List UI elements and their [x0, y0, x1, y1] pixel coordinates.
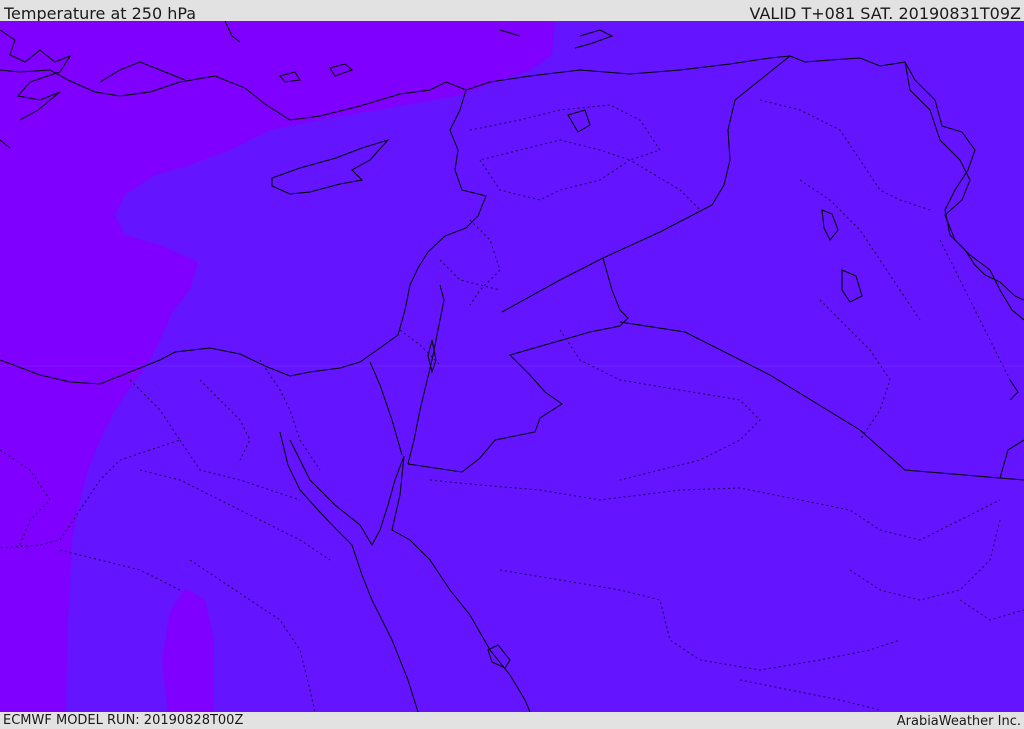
header-bar: Temperature at 250 hPa VALID T+081 SAT. …: [0, 0, 1024, 23]
footer-bar: ECMWF MODEL RUN: 20190828T00Z ArabiaWeat…: [0, 712, 1024, 729]
map-viewer: Temperature at 250 hPa VALID T+081 SAT. …: [0, 0, 1024, 729]
model-run-label: ECMWF MODEL RUN: 20190828T00Z: [3, 713, 244, 728]
temperature-map[interactable]: [0, 21, 1024, 712]
provider-label: ArabiaWeather Inc.: [896, 714, 1021, 729]
